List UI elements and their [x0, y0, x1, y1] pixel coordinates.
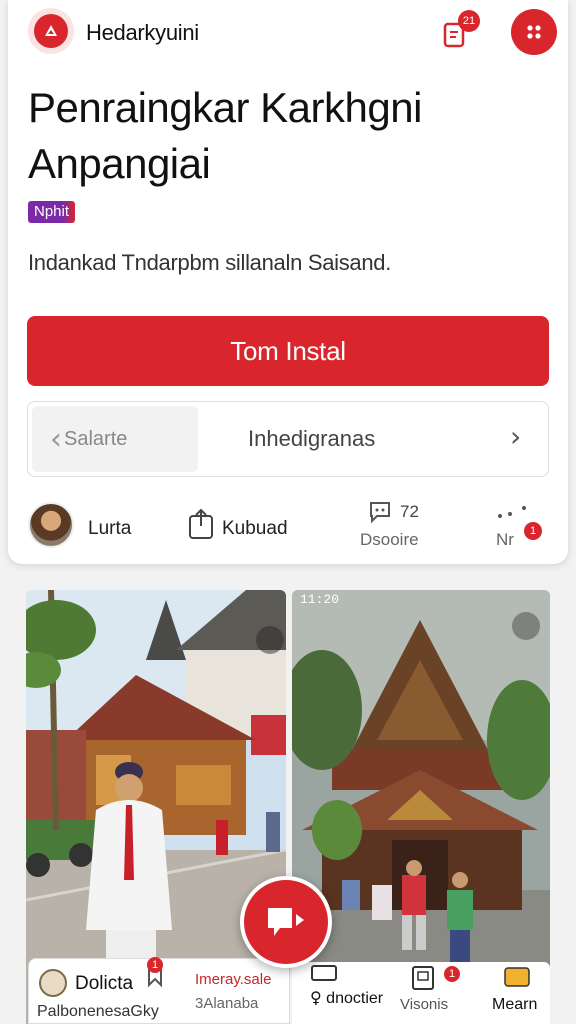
app-logo[interactable]	[28, 8, 74, 54]
chevron-left-icon: ‹	[50, 421, 62, 457]
share-label[interactable]: Kubuad	[222, 518, 288, 540]
right-item-2[interactable]: Visonis	[400, 996, 448, 1013]
select-dropdown[interactable]: ‹ Salarte	[32, 406, 198, 472]
action-row: Lurta Kubuad 72 Dsooire Nr 1	[8, 494, 568, 558]
bottom-card-left[interactable]: Dolicta PalbonenesaGky 1 Imeray.sale 3Al…	[28, 957, 290, 1024]
chevron-right-icon[interactable]: ›	[510, 420, 521, 453]
app-name: Hedarkyuini	[86, 20, 199, 45]
subtitle: Indankad Tndarpbm sillanaln Saisand.	[28, 250, 392, 275]
category-tag: Nphit	[28, 201, 76, 223]
menu-button[interactable]	[511, 9, 557, 55]
left-card-sub-a: Palbonenesa	[37, 1003, 131, 1020]
left-card-title: Dolicta	[75, 973, 134, 994]
gallery-icon[interactable]	[410, 964, 436, 990]
bottom-card-right: ♀ dnoctier 1 Visonis Mearn	[292, 962, 550, 1024]
select-label: Salarte	[64, 427, 128, 450]
floating-action-button[interactable]	[240, 876, 332, 968]
more-label[interactable]: Nr	[496, 530, 514, 550]
share-icon[interactable]	[186, 504, 216, 544]
right-item-3[interactable]: Mearn	[492, 996, 537, 1014]
left-card-meta2: 3Alanaba	[195, 995, 259, 1012]
right-item-1-label: dnoctier	[326, 990, 384, 1007]
left-card-badge: 1	[147, 957, 163, 973]
right-item-1[interactable]: ♀ dnoctier	[310, 988, 383, 1008]
folder-icon[interactable]	[502, 964, 532, 990]
avatar[interactable]	[28, 502, 74, 548]
chat-forward-icon	[268, 908, 304, 936]
temple-photo-image	[292, 590, 550, 1024]
user-label[interactable]: Lurta	[88, 518, 131, 540]
search-row: ‹ Salarte Inhedigranas ›	[27, 401, 549, 477]
notification-badge: 21	[458, 10, 480, 32]
comment-icon[interactable]	[366, 498, 394, 526]
left-card-sub-b: Gky	[130, 1003, 159, 1020]
more-dots-icon[interactable]	[494, 502, 534, 522]
top-bar: Hedarkyuini 21	[8, 0, 568, 66]
search-input[interactable]: Inhedigranas	[248, 426, 375, 452]
right-card-badge: 1	[444, 966, 460, 982]
page-title: Penraingkar Karkhgni Anpangiai	[28, 80, 548, 192]
left-card-meta: Imeray.sale	[195, 971, 272, 988]
left-card-sub: PalbonenesaGky	[37, 1003, 159, 1021]
title-line-1: Penraingkar Karkhgni	[28, 84, 422, 131]
status-time: 11:20	[300, 592, 340, 607]
feed-photo-right[interactable]	[292, 590, 550, 1024]
install-button[interactable]: Tom Instal	[27, 316, 549, 386]
person-icon: ♀	[310, 988, 322, 1007]
dots-grid-icon	[527, 25, 541, 39]
comments-label: Dsooire	[360, 530, 419, 549]
profile-icon	[39, 969, 67, 997]
app-logo-icon	[34, 14, 68, 48]
comments-count: 72	[400, 502, 419, 521]
title-line-2: Anpangiai	[28, 140, 211, 187]
app-card: Hedarkyuini 21 Penraingkar Karkhgni Anpa…	[8, 0, 568, 564]
more-badge: 1	[524, 522, 542, 540]
screen-icon[interactable]	[310, 964, 340, 986]
